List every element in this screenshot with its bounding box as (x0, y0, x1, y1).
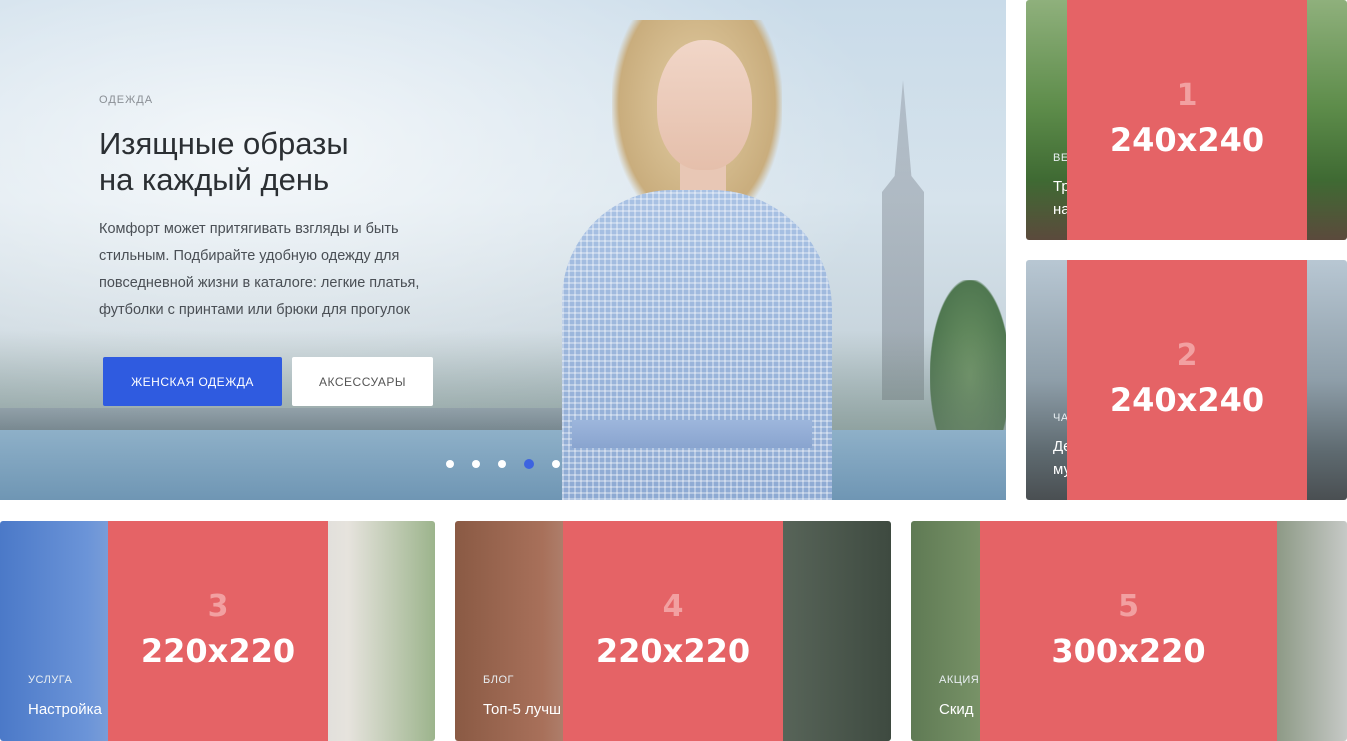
placeholder-size: 220x220 (140, 632, 296, 670)
card-category: УСЛУГА (28, 674, 73, 686)
slider-pagination (446, 459, 578, 469)
hero-text: ОДЕЖДА Изящные образы на каждый день Ком… (99, 94, 519, 324)
card-category: БЛОГ (483, 674, 514, 686)
slider-dot[interactable] (472, 460, 480, 468)
promo-card-4[interactable]: БЛОГ Топ-5 лучш 4 220x220 (455, 521, 891, 741)
hero-model-image (562, 20, 852, 500)
promo-card-5[interactable]: АКЦИЯ Скид 5 300x220 (911, 521, 1347, 741)
hero-title-line: на каждый день (99, 162, 330, 197)
placeholder-number: 1 (1176, 78, 1198, 113)
hero-title: Изящные образы на каждый день (99, 126, 519, 198)
promo-card-3[interactable]: УСЛУГА Настройка 3 220x220 (0, 521, 435, 741)
hero-description-line: Комфорт может притягивать взгляды и быть (99, 221, 399, 237)
placeholder-size: 240x240 (1109, 381, 1265, 419)
image-placeholder: 2 240x240 (1067, 260, 1307, 500)
image-placeholder: 5 300x220 (980, 521, 1277, 741)
placeholder-size: 300x220 (1051, 632, 1206, 670)
womens-clothing-button[interactable]: ЖЕНСКАЯ ОДЕЖДА (103, 357, 282, 406)
promo-card-2[interactable]: ЧА Де му 2 240x240 (1026, 260, 1347, 500)
image-placeholder: 4 220x220 (563, 521, 783, 741)
hero-title-line: Изящные образы (99, 126, 349, 161)
promo-card-1[interactable]: ВЕ Тр на 1 240x240 (1026, 0, 1347, 240)
placeholder-number: 3 (207, 589, 229, 624)
placeholder-size: 240x240 (1109, 121, 1265, 159)
image-placeholder: 3 220x220 (108, 521, 328, 741)
placeholder-number: 2 (1176, 338, 1198, 373)
hero-description-line: стильным. Подбирайте удобную одежду для (99, 248, 400, 264)
placeholder-number: 5 (1118, 589, 1139, 624)
card-title: Настройка (28, 701, 102, 718)
accessories-button[interactable]: АКСЕССУАРЫ (292, 357, 433, 406)
placeholder-number: 4 (662, 589, 684, 624)
slider-dot[interactable] (552, 460, 560, 468)
card-title: Топ-5 лучш (483, 701, 562, 718)
slider-dot[interactable] (498, 460, 506, 468)
hero-category: ОДЕЖДА (99, 94, 154, 106)
hero-description-line: повседневной жизни в каталоге: легкие пл… (99, 275, 420, 291)
slider-dot-active[interactable] (524, 459, 534, 469)
hero-slider: ОДЕЖДА Изящные образы на каждый день Ком… (0, 0, 1006, 500)
hero-bridge (0, 408, 640, 430)
card-title: Скид (939, 701, 974, 718)
slider-dot[interactable] (446, 460, 454, 468)
placeholder-size: 220x220 (595, 632, 751, 670)
image-placeholder: 1 240x240 (1067, 0, 1307, 240)
card-category: АКЦИЯ (939, 674, 980, 686)
hero-description: Комфорт может притягивать взгляды и быть… (99, 216, 489, 324)
hero-description-line: футболки с принтами или брюки для прогул… (99, 302, 411, 318)
